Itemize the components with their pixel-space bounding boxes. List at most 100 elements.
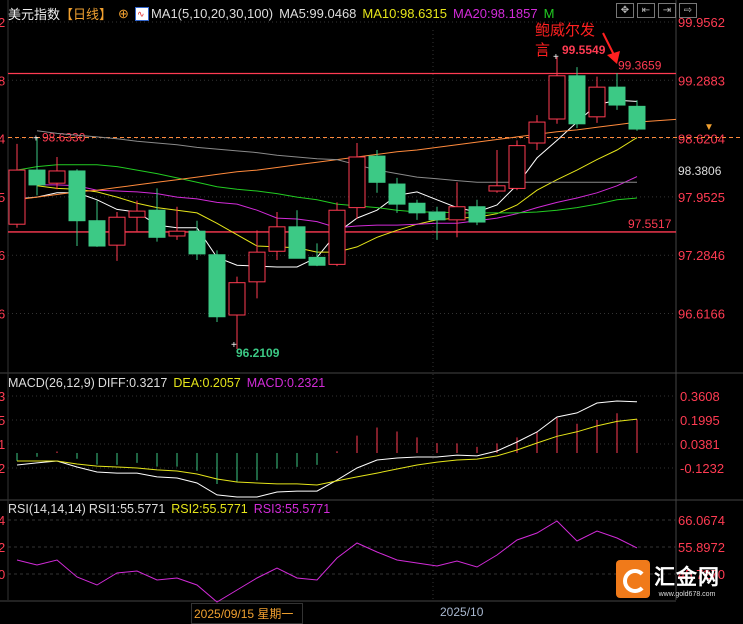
price-tick-label: 99.2883: [678, 73, 725, 88]
left-tick-fragment: 5: [0, 190, 5, 205]
price-legend: 美元指数 【日线】 ⊕ ∿ MA1(5,10,20,30,100) MA5:99…: [8, 4, 554, 23]
candle-up: [448, 206, 466, 221]
candle-up: [508, 145, 526, 189]
candle-down: [428, 211, 446, 221]
logo-url: www.gold678.com: [658, 590, 716, 598]
scroll-right-icon[interactable]: ⇨: [679, 3, 697, 18]
rsi3-value: RSI3:55.5771: [253, 502, 331, 516]
current-price-label: 98.3806: [678, 164, 722, 178]
rsi-tick-label: 66.0674: [678, 513, 725, 528]
candle-down: [468, 206, 486, 223]
logo-mark-icon: [616, 560, 650, 598]
ma-settings[interactable]: MA1(5,10,20,30,100): [151, 6, 273, 21]
candle-up: [268, 226, 286, 252]
period-label[interactable]: 【日线】: [60, 4, 112, 23]
rsi-tick-label: 55.8972: [678, 540, 725, 555]
high-marker: +: [553, 52, 559, 63]
candle-up: [168, 230, 186, 237]
left-tick-fragment: 2: [0, 540, 5, 555]
event-annotation: 鲍威尔发: [535, 22, 595, 39]
left-tick-fragment: 6: [0, 307, 5, 322]
low-marker: +: [231, 340, 237, 351]
left-tick-fragment: 8: [0, 73, 5, 88]
candle-up: [248, 251, 266, 283]
event-annotation: 言: [535, 42, 550, 59]
left-tick-fragment: 1: [0, 437, 5, 452]
candle-down: [408, 202, 426, 214]
candle-up: [588, 86, 606, 118]
candle-down: [368, 155, 386, 183]
ma10-value: MA10:98.6315: [362, 6, 447, 21]
candle-up: [108, 216, 126, 246]
zoom-out-icon[interactable]: ⇥: [658, 3, 676, 18]
move-icon[interactable]: ✥: [616, 3, 634, 18]
candle-down: [288, 226, 306, 259]
crosshair-toggle-icon[interactable]: ⊕: [118, 6, 129, 22]
left-tick-fragment: 2: [0, 15, 5, 30]
macd-diff: DIFF:0.3217: [97, 376, 168, 390]
macd-tick-label: 0.0381: [680, 437, 720, 452]
left-tick-fragment: 3: [0, 389, 5, 404]
candle-up: [48, 170, 66, 184]
ma-line-ma100: [16, 118, 677, 201]
macd-value: MACD:0.2321: [246, 376, 326, 390]
candle-up: [548, 75, 566, 120]
price-tick-label: 96.6166: [678, 307, 725, 322]
left-tick-fragment: 4: [0, 513, 5, 528]
high-marker: +: [33, 134, 39, 145]
candle-down: [308, 256, 326, 266]
candle-down: [628, 105, 646, 130]
month-label: 2025/10: [440, 605, 484, 619]
zoom-in-icon[interactable]: ⇤: [637, 3, 655, 18]
candle-down: [208, 254, 226, 318]
candle-up: [488, 185, 506, 192]
candle-up: [348, 156, 366, 209]
logo-name: 汇金网: [654, 565, 720, 589]
candle-down: [388, 183, 406, 205]
macd-legend: MACD(26,12,9) DIFF:0.3217 DEA:0.2057 MAC…: [8, 376, 325, 390]
selected-date-label: 2025/09/15 星期一: [191, 603, 303, 624]
candle-down: [28, 169, 46, 186]
rsi-legend: RSI(14,14,14) RSI1:55.5771 RSI2:55.5771 …: [8, 502, 330, 516]
macd-dea: DEA:0.2057: [173, 376, 241, 390]
candle-down: [148, 209, 166, 238]
macd-tick-label: 0.1995: [680, 413, 720, 428]
left-tick-fragment: 4: [0, 132, 5, 147]
chart-canvas[interactable]: 99.9562299.2883898.6204497.9525597.28466…: [0, 0, 743, 622]
candle-up: [128, 210, 146, 218]
left-tick-fragment: 5: [0, 413, 5, 428]
hline-label: 97.5517: [628, 217, 672, 231]
candle-down: [68, 170, 86, 222]
price-tick-label: 97.2846: [678, 248, 725, 263]
candle-down: [568, 75, 586, 125]
candle-down: [88, 220, 106, 247]
rsi2-value: RSI2:55.5771: [171, 502, 248, 516]
macd-tick-label: -0.1232: [680, 461, 724, 476]
candle-up: [328, 209, 346, 265]
rsi-line: [16, 520, 638, 603]
price-tick-label: 98.6204: [678, 132, 725, 147]
high-label: 99.5549: [562, 43, 606, 57]
macd-title: MACD(26,12,9): [8, 376, 95, 390]
price-tick-label: 97.9525: [678, 190, 725, 205]
candle-down: [188, 230, 206, 255]
rsi-title: RSI(14,14,14): [8, 502, 86, 516]
chart-toolbar: ✥ ⇤ ⇥ ⇨: [616, 3, 697, 18]
macd-tick-label: 0.3608: [680, 389, 720, 404]
left-tick-fragment: 6: [0, 248, 5, 263]
ma5-value: MA5:99.0468: [279, 6, 357, 21]
candle-down: [608, 86, 626, 106]
indicator-icon[interactable]: ∿: [134, 6, 149, 21]
candle-up: [528, 121, 546, 144]
dashed-line-marker-icon: ▼: [704, 122, 714, 133]
candle-up: [8, 169, 26, 225]
candle-up: [228, 282, 246, 316]
left-tick-fragment: 0: [0, 567, 5, 582]
gold678-logo: 汇金网 www.gold678.com: [616, 560, 720, 598]
hline-label: 99.3659: [618, 59, 662, 73]
rsi1-value: RSI1:55.5771: [88, 502, 166, 516]
ma30-value: M: [543, 6, 555, 21]
symbol-name: 美元指数: [8, 7, 61, 22]
ma20-value: MA20:98.1857: [453, 6, 538, 21]
left-tick-fragment: 2: [0, 461, 5, 476]
